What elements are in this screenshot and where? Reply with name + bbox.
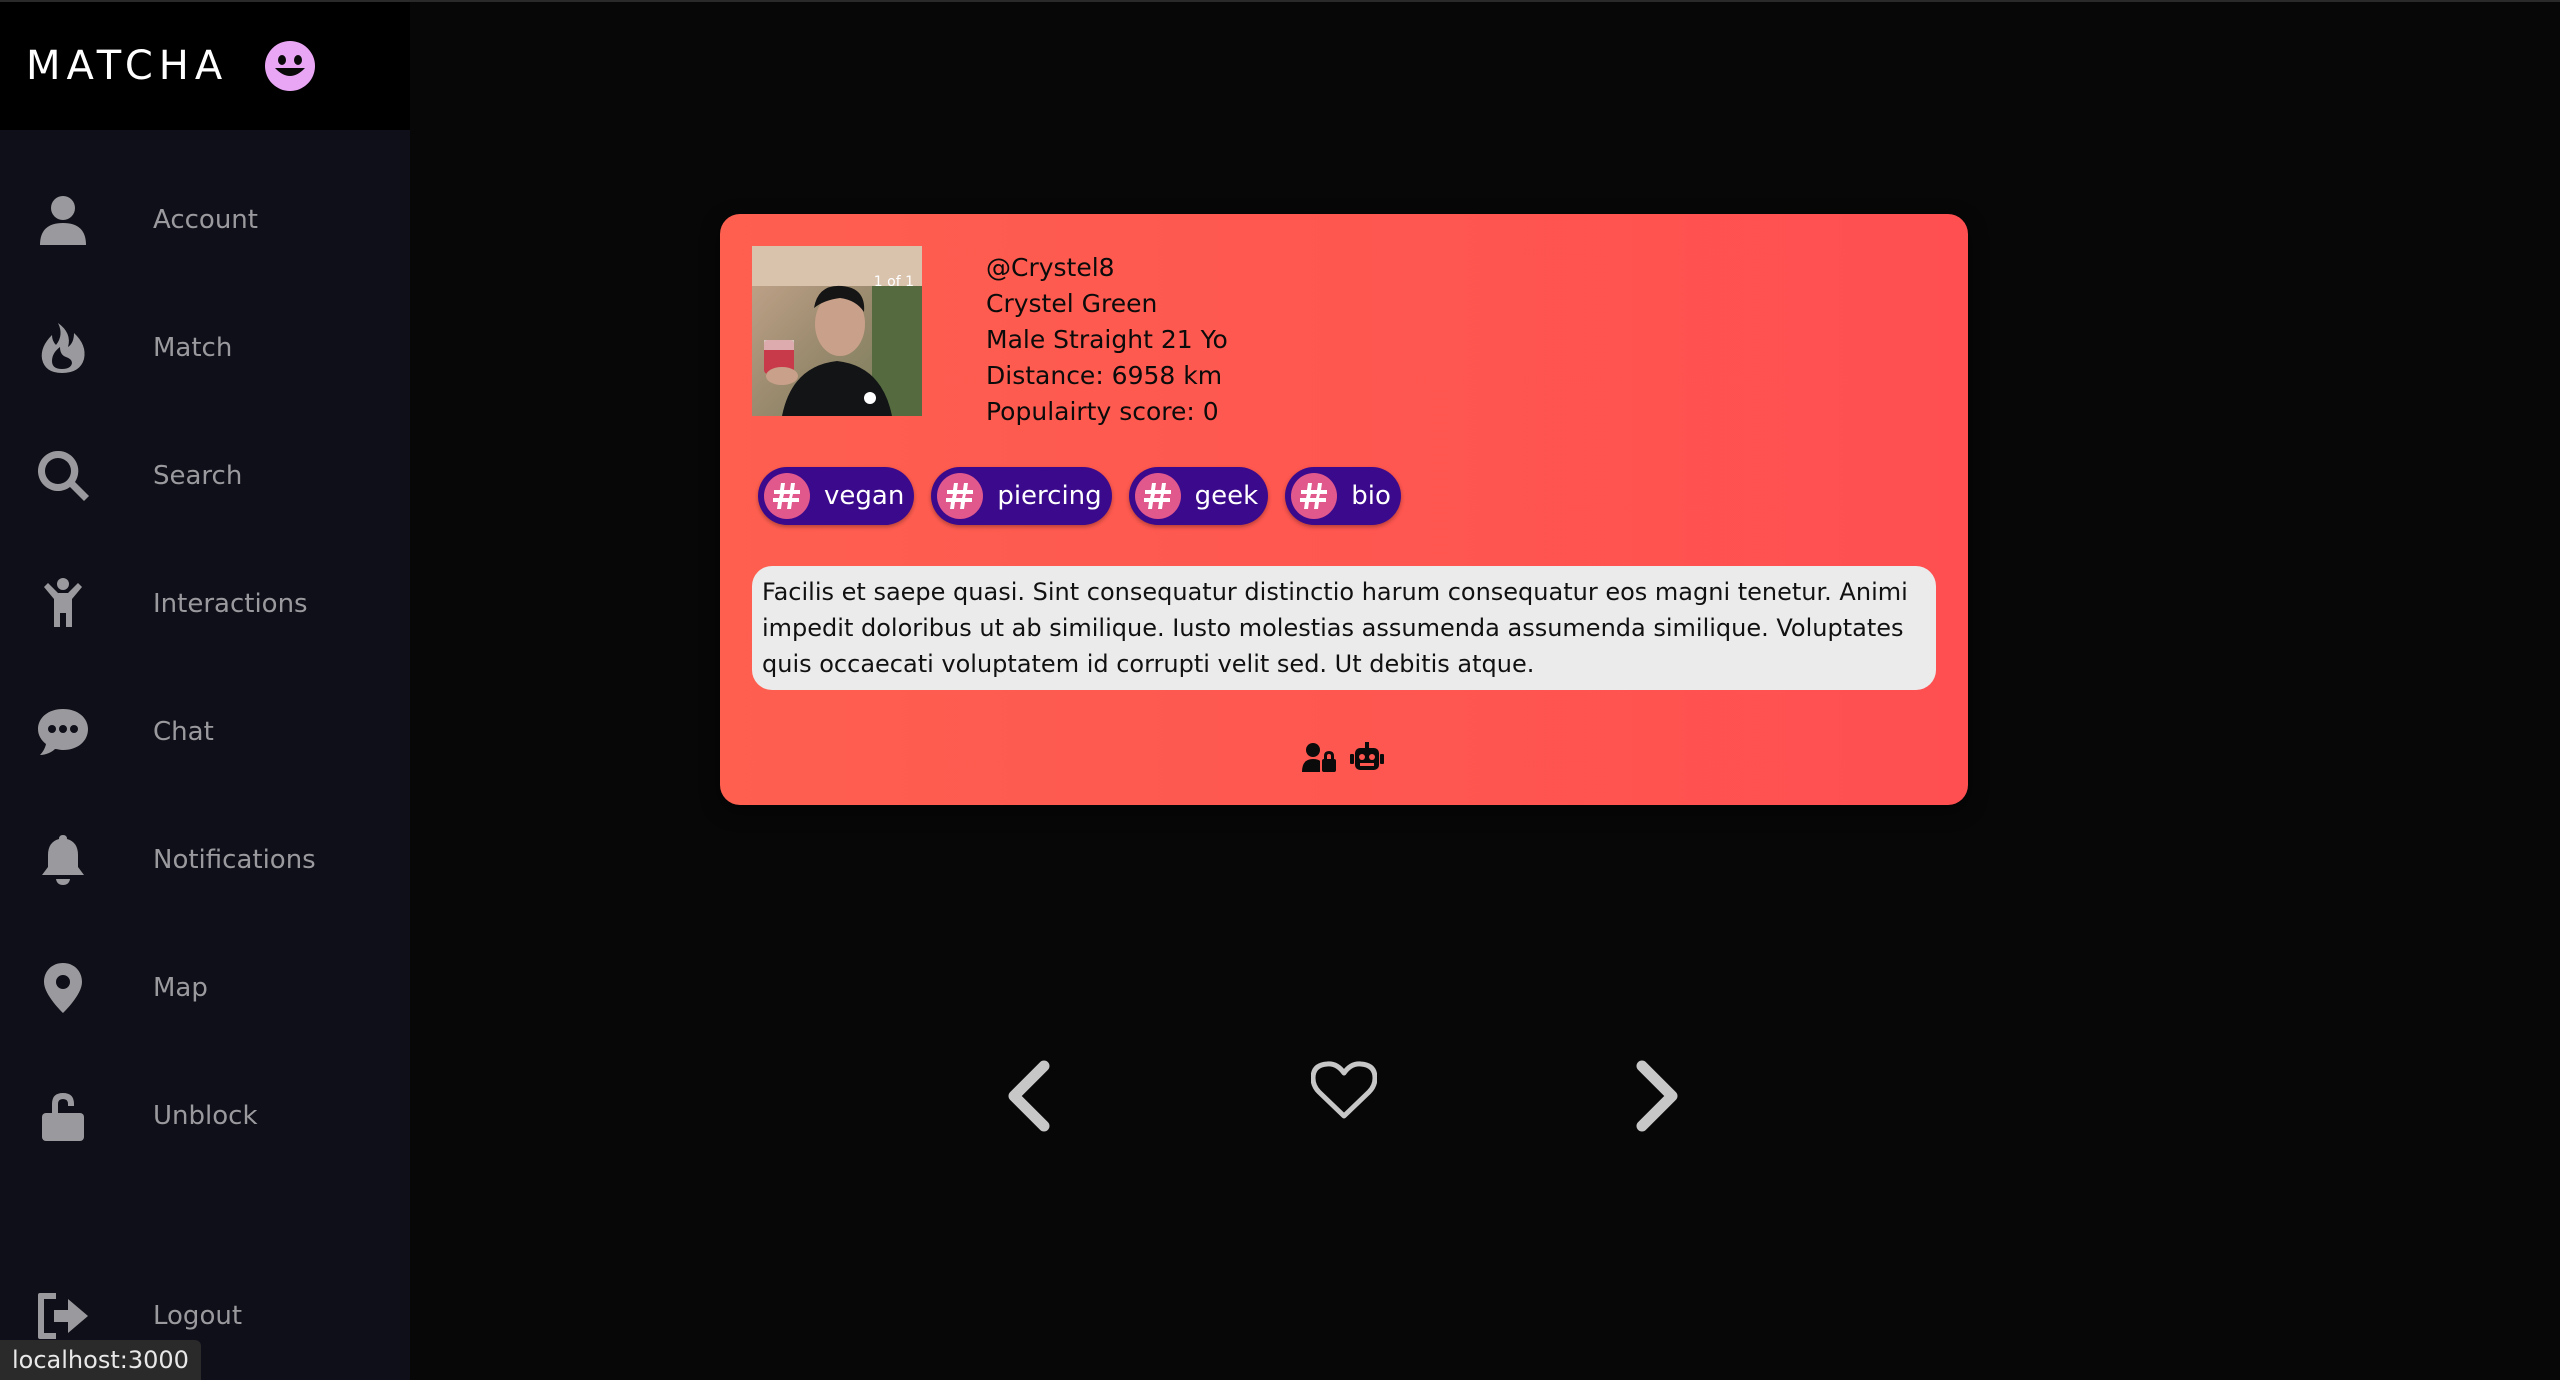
sidebar-item-unblock[interactable]: Unblock bbox=[0, 1066, 410, 1166]
tag-label: piercing bbox=[997, 481, 1102, 511]
status-url: localhost:3000 bbox=[0, 1340, 201, 1380]
tag-chip[interactable]: vegan bbox=[758, 467, 915, 525]
profile-popularity: Populairty score: 0 bbox=[986, 397, 1219, 426]
sidebar-item-chat[interactable]: Chat bbox=[0, 682, 410, 782]
hashtag-icon bbox=[1291, 473, 1338, 519]
child-icon bbox=[34, 575, 92, 633]
sidebar-item-label: Notifications bbox=[153, 845, 316, 875]
search-icon bbox=[34, 447, 92, 505]
chevron-left-icon[interactable] bbox=[1000, 1060, 1056, 1132]
sidebar-item-notifications[interactable]: Notifications bbox=[0, 810, 410, 910]
unlock-icon bbox=[34, 1087, 92, 1145]
smiling-face-icon[interactable] bbox=[264, 40, 316, 92]
hashtag-icon bbox=[764, 473, 810, 519]
carousel-dot[interactable] bbox=[864, 392, 876, 404]
comment-icon bbox=[34, 703, 92, 761]
sidebar-item-account[interactable]: Account bbox=[0, 170, 410, 270]
profile-full-name: Crystel Green bbox=[986, 289, 1158, 318]
hashtag-icon bbox=[937, 473, 984, 519]
sidebar-item-match[interactable]: Match bbox=[0, 298, 410, 398]
profile-distance: Distance: 6958 km bbox=[986, 361, 1223, 390]
tag-chip[interactable]: piercing bbox=[931, 467, 1112, 525]
sidebar: Account Match Search Interactions Chat N… bbox=[0, 130, 410, 1380]
bell-icon bbox=[34, 831, 92, 889]
tag-chip[interactable]: bio bbox=[1285, 467, 1401, 525]
brand-title[interactable]: MATCHA bbox=[26, 43, 228, 89]
sidebar-item-search[interactable]: Search bbox=[0, 426, 410, 526]
tag-label: vegan bbox=[824, 481, 905, 511]
sidebar-item-label: Account bbox=[153, 205, 258, 235]
tag-chip[interactable]: geek bbox=[1128, 467, 1269, 525]
profile-details: Male Straight 21 Yo bbox=[986, 325, 1228, 354]
fire-icon bbox=[34, 319, 92, 377]
sidebar-item-interactions[interactable]: Interactions bbox=[0, 554, 410, 654]
user-lock-icon[interactable] bbox=[1302, 742, 1336, 772]
sidebar-item-label: Map bbox=[153, 973, 208, 1003]
robot-icon[interactable] bbox=[1350, 742, 1384, 772]
profile-photo-carousel[interactable]: 1 of 1 bbox=[752, 246, 922, 416]
profile-bio: Facilis et saepe quasi. Sint consequatur… bbox=[752, 566, 1936, 690]
profile-card: 1 of 1 @Crystel8 Crystel Green Male Stra… bbox=[720, 214, 1968, 805]
profile-photo bbox=[752, 246, 922, 416]
card-actions bbox=[1302, 742, 1384, 772]
heart-outline-icon[interactable] bbox=[1311, 1060, 1377, 1120]
sidebar-item-label: Logout bbox=[153, 1301, 243, 1331]
sidebar-item-label: Search bbox=[153, 461, 243, 491]
tag-label: geek bbox=[1194, 481, 1259, 511]
sidebar-item-label: Chat bbox=[153, 717, 214, 747]
profile-username: @Crystel8 bbox=[986, 253, 1115, 282]
sidebar-item-label: Interactions bbox=[153, 589, 308, 619]
hashtag-icon bbox=[1134, 473, 1181, 519]
tag-list: vegan piercing geek bio bbox=[758, 467, 1401, 525]
map-marker-icon bbox=[34, 959, 92, 1017]
sidebar-item-label: Unblock bbox=[153, 1101, 258, 1131]
sidebar-item-map[interactable]: Map bbox=[0, 938, 410, 1038]
sign-out-icon bbox=[34, 1287, 92, 1345]
photo-counter: 1 of 1 bbox=[873, 274, 914, 290]
chevron-right-icon[interactable] bbox=[1630, 1060, 1686, 1132]
sidebar-item-label: Match bbox=[153, 333, 233, 363]
brand-header: MATCHA bbox=[0, 2, 410, 130]
tag-label: bio bbox=[1351, 481, 1391, 511]
user-icon bbox=[34, 191, 92, 249]
profile-info: @Crystel8 Crystel Green Male Straight 21… bbox=[986, 250, 1228, 430]
